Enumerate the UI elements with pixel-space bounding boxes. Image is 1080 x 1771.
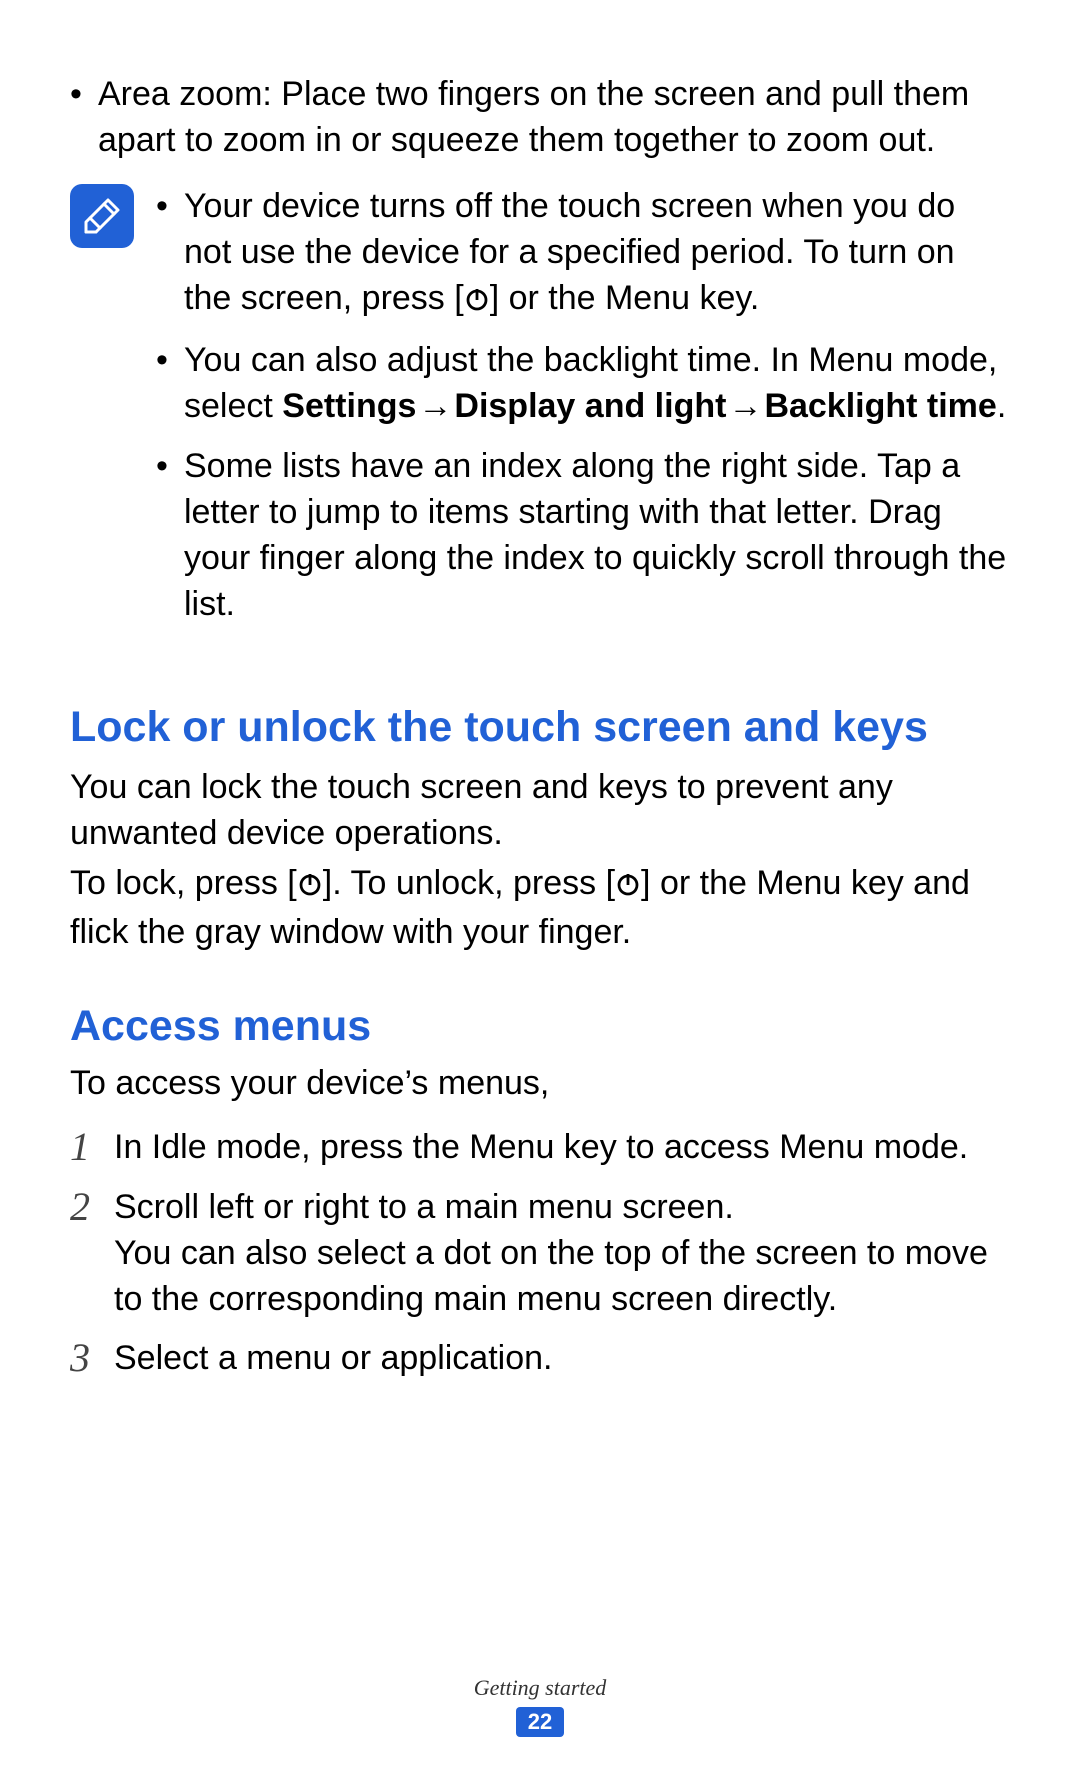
bullet-dot-icon — [156, 184, 184, 325]
note-item-2: You can also adjust the backlight time. … — [156, 338, 1010, 430]
text-fragment: ]. To unlock, press [ — [323, 864, 615, 902]
page-number-badge: 22 — [516, 1707, 564, 1737]
step-text: In Idle mode, press the Menu key to acce… — [114, 1125, 968, 1171]
step-text: Select a menu or application. — [114, 1336, 552, 1382]
arrow-icon: → — [726, 384, 764, 430]
text-fragment: To lock, press [ — [70, 864, 297, 902]
text-bold: Backlight time — [764, 387, 996, 425]
bullet-dot-icon — [156, 444, 184, 628]
power-icon — [464, 279, 490, 325]
text-fragment: ] or the Menu key. — [490, 279, 760, 317]
step-number: 1 — [70, 1125, 114, 1171]
step-text: Scroll left or right to a main menu scre… — [114, 1185, 1010, 1323]
note-pencil-icon — [70, 184, 134, 248]
step-3: 3 Select a menu or application. — [70, 1336, 1010, 1382]
footer-section-name: Getting started — [0, 1675, 1080, 1701]
step-number: 2 — [70, 1185, 114, 1323]
note-item-3: Some lists have an index along the right… — [156, 444, 1010, 628]
step-1: 1 In Idle mode, press the Menu key to ac… — [70, 1125, 1010, 1171]
text-bold: Display and light — [454, 387, 726, 425]
heading-access-menus: Access menus — [70, 1002, 1010, 1051]
lock-para-1: You can lock the touch screen and keys t… — [70, 765, 1010, 857]
page-footer: Getting started 22 — [0, 1675, 1080, 1737]
step-2: 2 Scroll left or right to a main menu sc… — [70, 1185, 1010, 1323]
bullet-dot-icon — [156, 338, 184, 430]
arrow-icon: → — [416, 384, 454, 430]
lock-para-2: To lock, press []. To unlock, press [] o… — [70, 861, 1010, 956]
note-text-1: Your device turns off the touch screen w… — [184, 184, 1010, 325]
text-fragment: . — [997, 387, 1006, 425]
access-intro: To access your device’s menus, — [70, 1061, 1010, 1107]
text-fragment: Scroll left or right to a main menu scre… — [114, 1185, 1010, 1231]
note-item-1: Your device turns off the touch screen w… — [156, 184, 1010, 325]
power-icon — [297, 864, 323, 910]
text-bold: Settings — [282, 387, 416, 425]
power-icon — [615, 864, 641, 910]
heading-lock-unlock: Lock or unlock the touch screen and keys — [70, 702, 1010, 754]
manual-page: Area zoom: Place two fingers on the scre… — [0, 0, 1080, 1771]
bullet-area-zoom: Area zoom: Place two fingers on the scre… — [70, 72, 1010, 164]
text-fragment: You can also select a dot on the top of … — [114, 1231, 1010, 1323]
note-text-2: You can also adjust the backlight time. … — [184, 338, 1010, 430]
bullet-dot-icon — [70, 72, 98, 164]
step-number: 3 — [70, 1336, 114, 1382]
note-block: Your device turns off the touch screen w… — [70, 184, 1010, 642]
note-list: Your device turns off the touch screen w… — [156, 184, 1010, 642]
bullet-text: Area zoom: Place two fingers on the scre… — [98, 72, 1010, 164]
note-text-3: Some lists have an index along the right… — [184, 444, 1010, 628]
